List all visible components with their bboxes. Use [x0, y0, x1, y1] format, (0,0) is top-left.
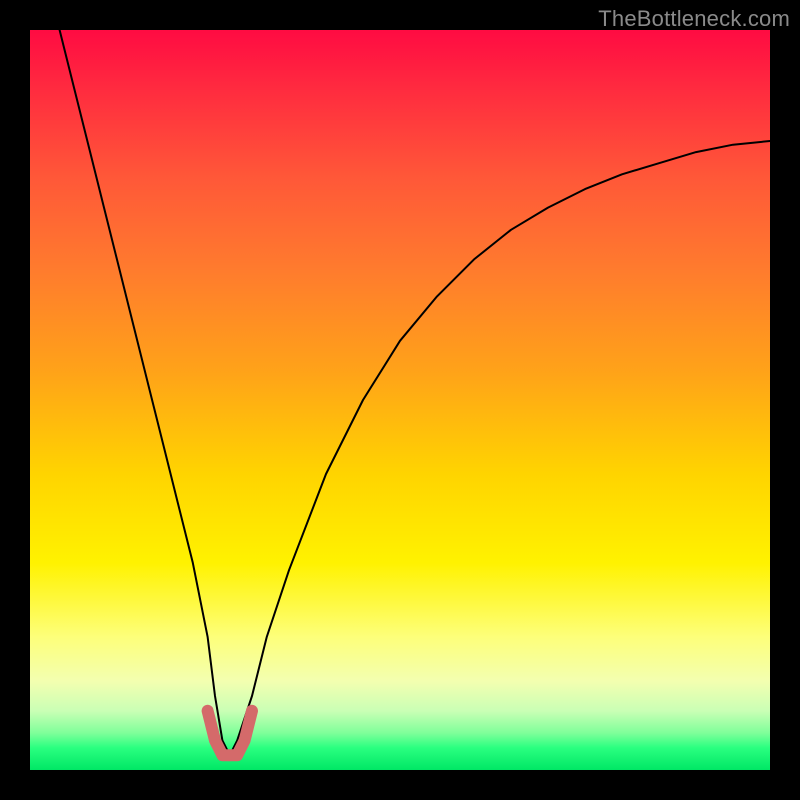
- bottleneck-curve: [60, 30, 770, 755]
- chart-frame: TheBottleneck.com: [0, 0, 800, 800]
- chart-plot-area: [30, 30, 770, 770]
- chart-svg: [30, 30, 770, 770]
- valley-marker: [208, 711, 252, 755]
- watermark-text: TheBottleneck.com: [598, 6, 790, 32]
